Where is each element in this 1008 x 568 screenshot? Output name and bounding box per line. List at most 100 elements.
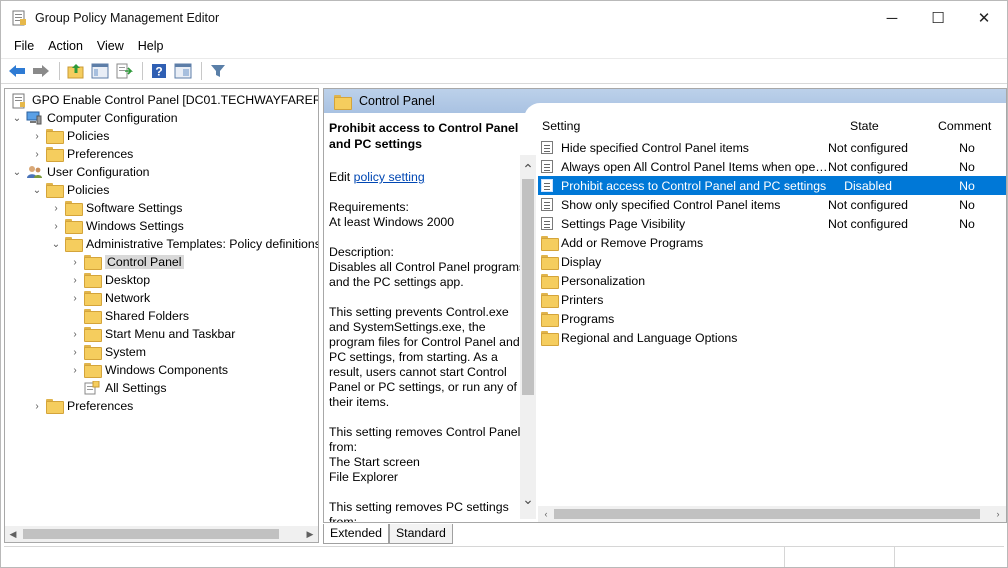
scroll-left-icon[interactable]: ‹ [538,506,554,522]
description-scrollbar[interactable]: ⌃ ⌄ [520,155,536,519]
edit-prefix: Edit [329,170,354,184]
chevron-right-icon[interactable]: › [50,217,62,235]
back-arrow-icon[interactable] [7,61,27,81]
chevron-down-icon[interactable]: ⌄ [50,235,62,253]
filter-icon[interactable] [208,61,228,81]
scroll-up-icon[interactable]: ⌃ [520,161,536,177]
tree-item-software-settings[interactable]: › Software Settings [50,199,182,217]
close-button[interactable]: ✕ [961,1,1007,35]
tree-item-user-configuration[interactable]: ⌄ User Configuration [11,163,150,181]
folder-icon [84,273,102,288]
policy-row[interactable]: Settings Page Visibility Not configured … [538,214,1006,233]
policy-row[interactable]: Always open All Control Panel Items when… [538,157,1006,176]
tree-label: Start Menu and Taskbar [105,327,236,341]
minimize-button[interactable]: ─ [869,1,915,35]
edit-policy-link[interactable]: policy setting [354,170,425,184]
menu-file[interactable]: File [7,37,41,57]
scroll-right-icon[interactable]: ▶ [302,526,318,542]
up-folder-icon[interactable] [66,61,86,81]
folder-name: Personalization [561,273,646,288]
folder-row[interactable]: Regional and Language Options [538,328,1006,347]
tree-label: System [105,345,146,359]
tree-item-gpo-root[interactable]: GPO Enable Control Panel [DC01.TECHWAYFA… [8,91,318,109]
chevron-down-icon[interactable]: ⌄ [11,163,23,181]
chevron-right-icon[interactable]: › [31,127,43,145]
policy-row[interactable]: Show only specified Control Panel items … [538,195,1006,214]
column-header-state[interactable]: State [850,119,879,137]
scrollbar-thumb[interactable] [23,529,279,539]
chevron-right-icon[interactable]: › [69,361,81,379]
tree-item-administrative-templates[interactable]: ⌄ Administrative Templates: Policy defin… [50,235,318,253]
policy-setting-name: Show only specified Control Panel items [561,197,781,212]
tree-item-cc-policies[interactable]: › Policies [31,127,109,145]
chevron-down-icon[interactable]: ⌄ [31,181,43,199]
scroll-left-icon[interactable]: ◀ [5,526,21,542]
window-title: Group Policy Management Editor [35,11,220,25]
policy-comment: No [959,178,975,193]
tab-extended[interactable]: Extended [323,524,389,544]
folder-row[interactable]: Display [538,252,1006,271]
scrollbar-thumb[interactable] [554,509,980,519]
policy-row[interactable]: Hide specified Control Panel items Not c… [538,138,1006,157]
policy-state: Not configured [828,159,908,174]
chevron-right-icon[interactable]: › [69,253,81,271]
folder-icon [46,399,64,414]
properties-view-icon[interactable] [173,61,193,81]
help-icon[interactable]: ? [149,61,169,81]
forward-arrow-icon[interactable] [31,61,51,81]
tree-item-shared-folders[interactable]: Shared Folders [69,307,189,325]
tree-item-cc-preferences[interactable]: › Preferences [31,145,133,163]
tree-item-windows-components[interactable]: › Windows Components [69,361,228,379]
chevron-right-icon[interactable]: › [50,199,62,217]
tree-item-all-settings[interactable]: All Settings [69,379,167,397]
menu-action[interactable]: Action [41,37,90,57]
show-hide-tree-icon[interactable] [90,61,110,81]
tree-item-network[interactable]: › Network [69,289,150,307]
description-label: Description: [329,245,394,259]
policy-state: Disabled [844,178,892,193]
status-segment [894,547,1004,567]
menu-view[interactable]: View [90,37,131,57]
folder-row[interactable]: Personalization [538,271,1006,290]
tree-item-uc-preferences[interactable]: › Preferences [31,397,133,415]
column-header-setting[interactable]: Setting [542,119,580,137]
folder-icon [541,273,559,289]
maximize-button[interactable]: ☐ [915,1,961,35]
column-header-comment[interactable]: Comment [938,119,991,137]
tree-item-computer-configuration[interactable]: ⌄ Computer Configuration [11,109,178,127]
policy-setting-icon [541,197,555,212]
tree-label: Shared Folders [105,309,190,323]
chevron-right-icon[interactable]: › [69,289,81,307]
chevron-right-icon[interactable]: › [31,145,43,163]
tree-item-system[interactable]: › System [69,343,146,361]
folder-row[interactable]: Printers [538,290,1006,309]
tree-item-start-menu[interactable]: › Start Menu and Taskbar [69,325,235,343]
tree-item-desktop[interactable]: › Desktop [69,271,150,289]
tree-label: Policies [67,129,110,143]
export-list-icon[interactable] [114,61,134,81]
policy-row-selected[interactable]: Prohibit access to Control Panel and PC … [538,176,1006,195]
chevron-right-icon[interactable]: › [69,343,81,361]
gpme-app-icon [11,10,27,26]
list-horizontal-scrollbar[interactable]: ‹ › [538,506,1006,522]
chevron-right-icon[interactable]: › [31,397,43,415]
gpo-book-icon [11,93,27,109]
tree-item-windows-settings[interactable]: › Windows Settings [50,217,184,235]
scroll-down-icon[interactable]: ⌄ [520,491,536,507]
scroll-right-icon[interactable]: › [990,506,1006,522]
folder-row[interactable]: Add or Remove Programs [538,233,1006,252]
tree-horizontal-scrollbar[interactable]: ◀ ▶ [5,526,318,542]
chevron-right-icon[interactable]: › [69,325,81,343]
folder-icon [46,129,64,144]
tree-label: Network [105,291,151,305]
tree-item-control-panel[interactable]: › Control Panel [69,253,184,271]
scrollbar-thumb[interactable] [522,179,534,395]
folder-row[interactable]: Programs [538,309,1006,328]
status-bar [4,546,1004,567]
tree-item-uc-policies[interactable]: ⌄ Policies [31,181,109,199]
chevron-right-icon[interactable]: › [69,271,81,289]
chevron-down-icon[interactable]: ⌄ [11,109,23,127]
menu-help[interactable]: Help [131,37,171,57]
tab-standard[interactable]: Standard [388,524,453,544]
